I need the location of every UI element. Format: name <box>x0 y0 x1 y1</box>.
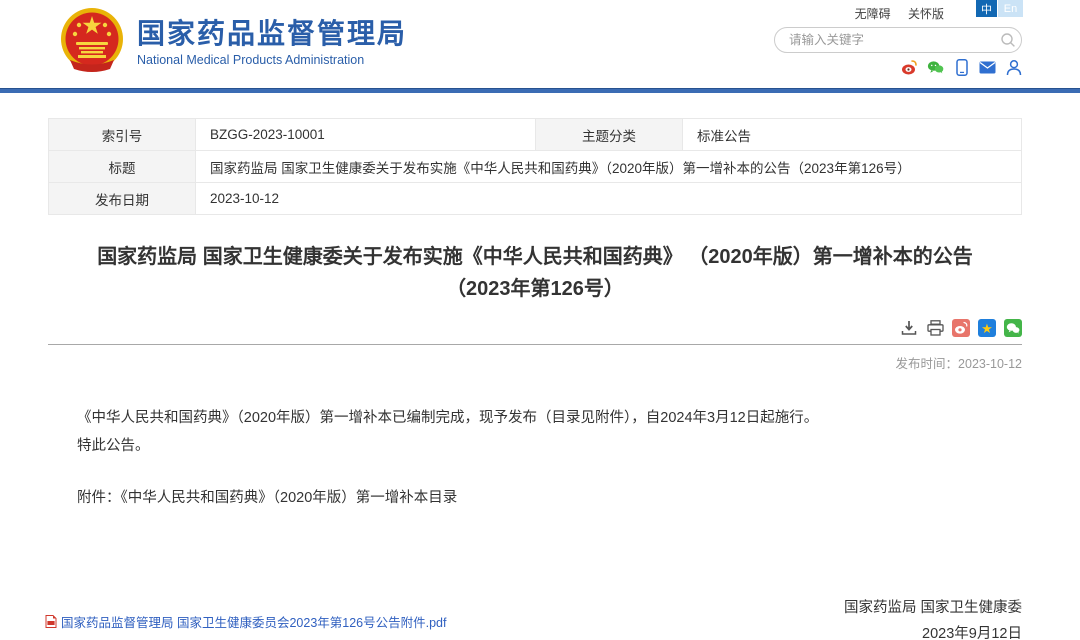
share-weibo-icon[interactable] <box>952 319 970 337</box>
publish-time-text: 发布时间：2023-10-12 <box>48 353 1022 372</box>
page-title: 国家药监局 国家卫生健康委关于发布实施《中华人民共和国药典》 （2020年版）第… <box>48 241 1022 305</box>
announcement-page: 索引号 BZGG-2023-10001 主题分类 标准公告 标题 国家药监局 国… <box>0 93 1080 640</box>
national-emblem-logo <box>60 8 124 74</box>
topic-category-label: 主题分类 <box>536 119 683 151</box>
user-icon[interactable] <box>1005 59 1022 76</box>
table-row: 索引号 BZGG-2023-10001 主题分类 标准公告 <box>49 119 1022 151</box>
body-paragraph: 特此公告。 <box>48 432 1022 460</box>
print-icon[interactable] <box>926 319 944 337</box>
search-icon[interactable] <box>995 28 1021 52</box>
topic-category-value: 标准公告 <box>683 119 1022 151</box>
lang-en-button[interactable]: En <box>998 0 1023 17</box>
wechat-icon[interactable] <box>927 59 944 76</box>
page-title-line2: （2023年第126号） <box>48 273 1022 305</box>
attachment-download-row: 国家药品监督管理局 国家卫生健康委员会2023年第126号公告附件.pdf <box>45 612 447 631</box>
mail-icon[interactable] <box>979 59 996 76</box>
pdf-file-icon <box>45 615 57 628</box>
attachment-pdf-link[interactable]: 国家药品监督管理局 国家卫生健康委员会2023年第126号公告附件.pdf <box>61 612 447 631</box>
page-title-line1: 国家药监局 国家卫生健康委关于发布实施《中华人民共和国药典》 （2020年版）第… <box>48 241 1022 273</box>
site-name-zh: 国家药品监督管理局 <box>137 18 407 50</box>
search-input[interactable] <box>775 33 995 47</box>
table-row: 发布日期 2023-10-12 <box>49 183 1022 215</box>
language-switch: 中 En <box>976 0 1023 17</box>
title-value: 国家药监局 国家卫生健康委关于发布实施《中华人民共和国药典》（2020年版）第一… <box>196 151 1022 183</box>
title-label: 标题 <box>49 151 196 183</box>
lang-zh-button[interactable]: 中 <box>976 0 997 17</box>
care-version-link[interactable]: 关怀版 <box>908 7 944 21</box>
document-info-table: 索引号 BZGG-2023-10001 主题分类 标准公告 标题 国家药监局 国… <box>48 118 1022 215</box>
index-number-value: BZGG-2023-10001 <box>196 119 536 151</box>
body-paragraph: 《中华人民共和国药典》（2020年版）第一增补本已编制完成，现予发布（目录见附件… <box>48 404 1022 432</box>
mobile-icon[interactable] <box>953 59 970 76</box>
share-qzone-icon[interactable]: ★ <box>978 319 996 337</box>
share-wechat-icon[interactable] <box>1004 319 1022 337</box>
accessibility-link[interactable]: 无障碍 <box>855 7 891 21</box>
top-utility-links: 无障碍 关怀版 <box>841 5 944 22</box>
weibo-icon[interactable] <box>901 59 918 76</box>
site-name-en: National Medical Products Administration <box>137 53 407 67</box>
publish-date-value: 2023-10-12 <box>196 183 1022 215</box>
qzone-star-glyph: ★ <box>981 322 993 335</box>
attachment-reference: 附件：《中华人民共和国药典》（2020年版）第一增补本目录 <box>48 486 1022 507</box>
index-number-label: 索引号 <box>49 119 196 151</box>
article-toolbar: ★ <box>48 319 1022 345</box>
site-title-block: 国家药品监督管理局 National Medical Products Admi… <box>137 18 407 67</box>
header-social-icons <box>901 59 1022 76</box>
search-box <box>774 27 1022 53</box>
article-body: 《中华人民共和国药典》（2020年版）第一增补本已编制完成，现予发布（目录见附件… <box>48 404 1022 460</box>
publish-date-label: 发布日期 <box>49 183 196 215</box>
site-header: 国家药品监督管理局 National Medical Products Admi… <box>0 0 1080 88</box>
download-icon[interactable] <box>900 319 918 337</box>
table-row: 标题 国家药监局 国家卫生健康委关于发布实施《中华人民共和国药典》（2020年版… <box>49 151 1022 183</box>
